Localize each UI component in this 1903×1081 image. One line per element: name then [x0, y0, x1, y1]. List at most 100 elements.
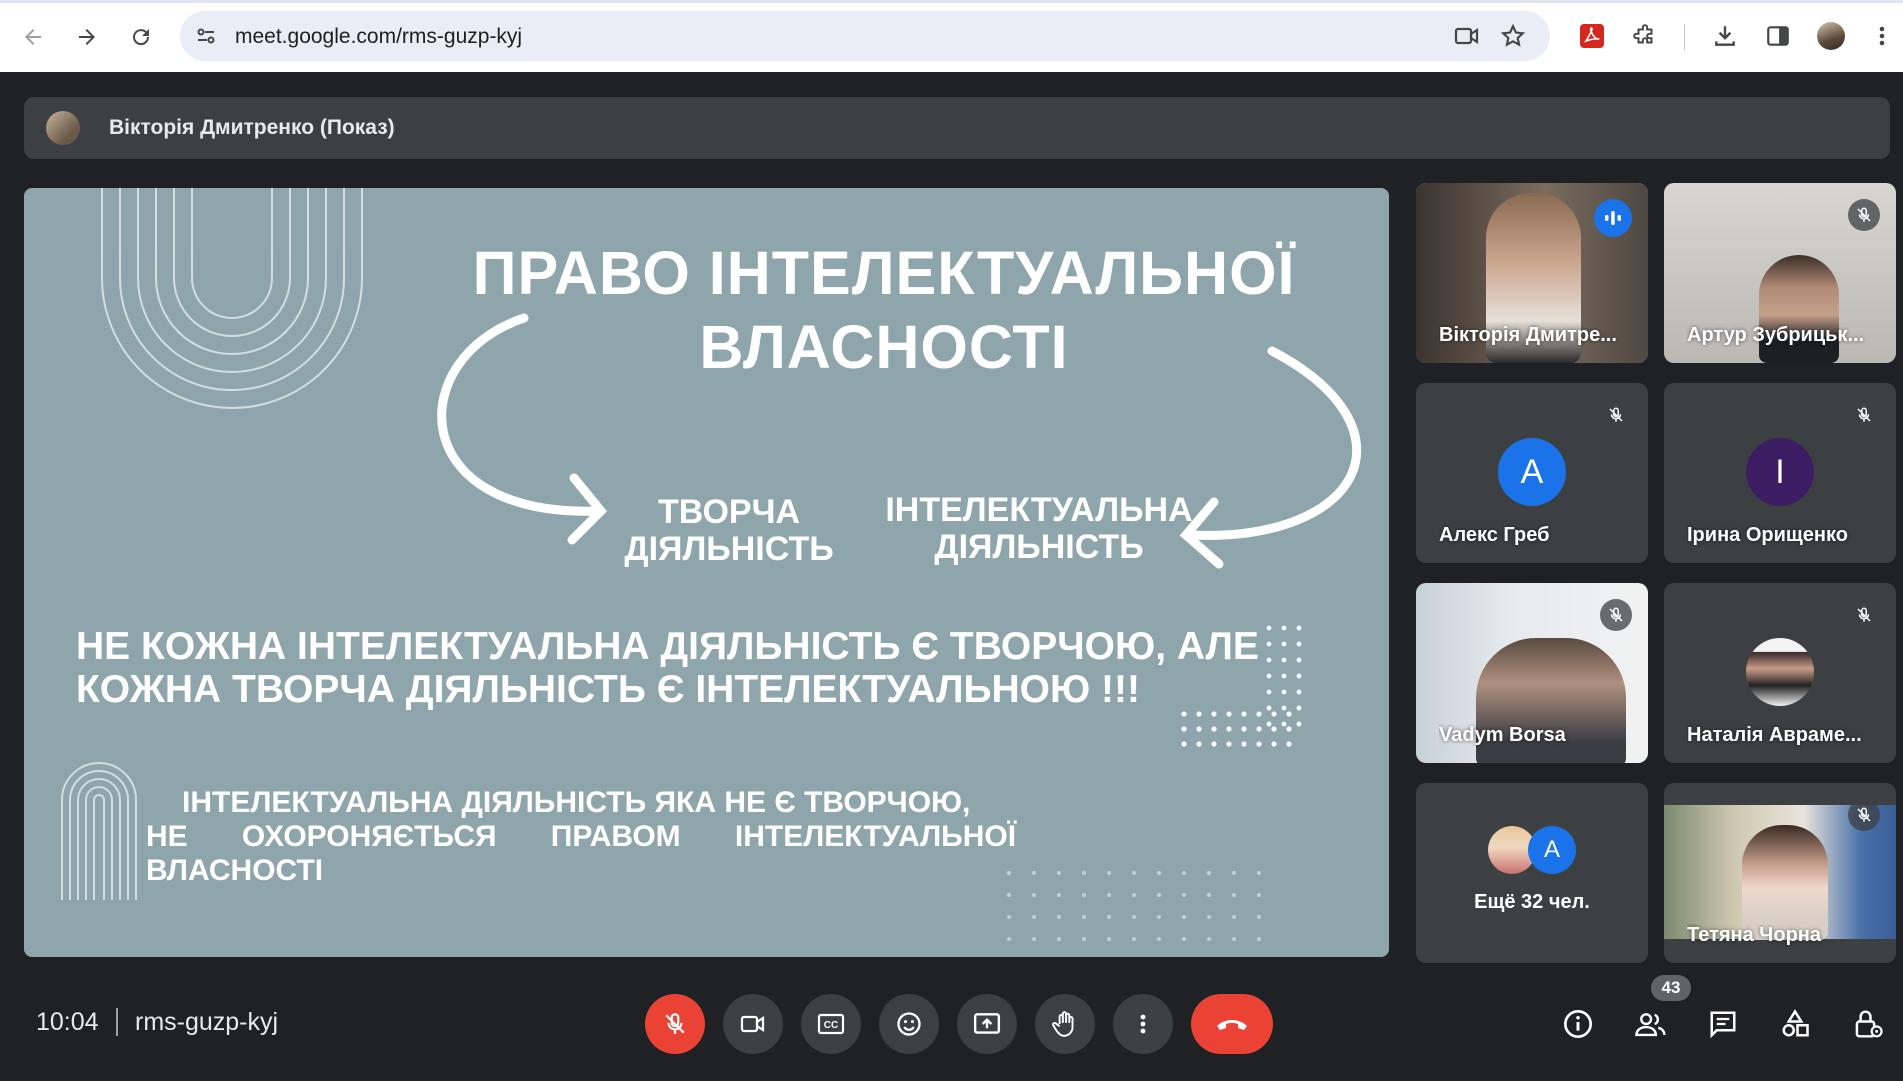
decor-dot — [1256, 914, 1262, 920]
extensions-puzzle-icon[interactable] — [1629, 20, 1661, 52]
decor-dot — [1106, 914, 1112, 920]
arrow-forward-icon[interactable] — [70, 20, 104, 54]
leave-call-button[interactable] — [1191, 994, 1273, 1054]
present-now-button[interactable] — [957, 994, 1017, 1054]
decor-dot — [1296, 705, 1302, 711]
emoji-reactions-button[interactable] — [879, 994, 939, 1054]
activities-button[interactable] — [1775, 1004, 1815, 1044]
browser-toolbar: meet.google.com/rms-guzp-kyj — [0, 0, 1903, 72]
reload-icon[interactable] — [124, 20, 158, 54]
participant-tile[interactable]: A Алекс Греб — [1416, 383, 1648, 563]
decor-dot — [1296, 641, 1302, 647]
decor-dot — [1056, 870, 1062, 876]
mic-off-icon — [1848, 399, 1880, 431]
slide-statement: НЕ КОЖНА ІНТЕЛЕКТУАЛЬНА ДІЯЛЬНІСТЬ Є ТВО… — [76, 625, 1276, 711]
address-bar[interactable]: meet.google.com/rms-guzp-kyj — [180, 11, 1550, 61]
participant-tile[interactable]: Артур Зубрицьк... — [1664, 183, 1896, 363]
participant-tile[interactable]: Наталія Авраме... — [1664, 583, 1896, 763]
profile-avatar[interactable] — [1815, 20, 1847, 52]
participant-photo — [1746, 638, 1814, 706]
statement-line: НЕ КОЖНА ІНТЕЛЕКТУАЛЬНА ДІЯЛЬНІСТЬ Є ТВО… — [76, 625, 1259, 668]
more-options-icon — [1140, 1014, 1146, 1034]
decor-dot — [1286, 711, 1292, 717]
decor-dot — [1156, 870, 1162, 876]
site-info-icon[interactable] — [194, 24, 218, 53]
label-line: ДІЯЛЬНІСТЬ — [624, 530, 834, 568]
camera-toggle-button[interactable] — [723, 994, 783, 1054]
host-controls-button[interactable] — [1848, 1004, 1888, 1044]
decor-dot — [1006, 914, 1012, 920]
decor-dot — [1056, 936, 1062, 942]
decor-dot — [1281, 625, 1287, 631]
decor-dot — [1106, 936, 1112, 942]
decor-dot — [1181, 936, 1187, 942]
more-options-button[interactable] — [1113, 994, 1173, 1054]
decor-dot — [1286, 726, 1292, 732]
participant-tile[interactable]: I Ірина Орищенко — [1664, 383, 1896, 563]
participant-avatar: I — [1746, 438, 1814, 506]
decor-dot — [1196, 726, 1202, 732]
mic-toggle-button[interactable] — [645, 994, 705, 1054]
camera-in-use-icon[interactable] — [1454, 24, 1480, 53]
decor-dot — [1081, 892, 1087, 898]
decor-dot — [1056, 914, 1062, 920]
meeting-details-button[interactable] — [1558, 1004, 1598, 1044]
decor-dot — [1281, 689, 1287, 695]
chat-button[interactable] — [1703, 1004, 1743, 1044]
decor-dot — [1106, 870, 1112, 876]
present-screen-icon — [973, 1013, 1001, 1034]
decor-dot — [1271, 726, 1277, 732]
url-text[interactable]: meet.google.com/rms-guzp-kyj — [235, 25, 522, 49]
decor-dot — [1196, 741, 1202, 747]
decor-dot — [1206, 892, 1212, 898]
pdf-extension-icon[interactable] — [1576, 20, 1608, 52]
decor-dot — [1256, 711, 1262, 717]
mic-off-icon — [1600, 399, 1632, 431]
presenter-bar: Вікторія Дмитренко (Показ) — [24, 97, 1890, 159]
decor-dot — [1156, 914, 1162, 920]
download-icon[interactable] — [1709, 20, 1741, 52]
participant-tile[interactable]: Вікторія Дмитре... — [1416, 183, 1648, 363]
more-vert-icon[interactable] — [1866, 20, 1898, 52]
decor-dot — [1296, 689, 1302, 695]
decor-dot — [1081, 870, 1087, 876]
participant-name: Алекс Греб — [1439, 524, 1550, 546]
decor-dot — [1231, 914, 1237, 920]
decor-dot — [1281, 721, 1287, 727]
intellectual-activity-label: ІНТЕЛЕКТУАЛЬНА ДІЯЛЬНІСТЬ — [879, 492, 1199, 566]
bottom-line: ВЛАСНОСТІ — [146, 854, 324, 887]
meeting-time: 10:04 — [36, 1008, 99, 1036]
decor-dot — [1206, 914, 1212, 920]
slide-bottom-text: ІНТЕЛЕКТУАЛЬНА ДІЯЛЬНІСТЬ ЯКА НЕ Є ТВОРЧ… — [146, 786, 1016, 888]
overflow-avatar: A — [1528, 826, 1576, 874]
participant-tile[interactable]: Vadym Borsa — [1416, 583, 1648, 763]
more-participants-tile[interactable]: A Ещё 32 чел. — [1416, 783, 1648, 963]
participant-name: Наталія Авраме... — [1687, 724, 1862, 746]
host-controls-icon — [1855, 1010, 1883, 1038]
bookmark-star-icon[interactable] — [1500, 23, 1526, 54]
decor-dot — [1006, 936, 1012, 942]
side-panel-icon[interactable] — [1762, 20, 1794, 52]
captions-button[interactable]: CC — [801, 994, 861, 1054]
participant-tile[interactable]: Тетяна Чорна — [1664, 783, 1896, 963]
decor-dot — [1266, 721, 1272, 727]
slide-title: ПРАВО ІНТЕЛЕКТУАЛЬНОЇ ВЛАСНОСТІ — [464, 236, 1304, 384]
participant-avatar: A — [1498, 438, 1566, 506]
bottom-line: ІНТЕЛЕКТУАЛЬНА ДІЯЛЬНІСТЬ ЯКА НЕ Є ТВОРЧ… — [182, 786, 971, 819]
decor-dot — [1181, 914, 1187, 920]
decor-dot — [1271, 711, 1277, 717]
camera-icon — [740, 1015, 765, 1033]
decor-dot — [1281, 641, 1287, 647]
decor-dot — [1281, 657, 1287, 663]
people-icon — [1635, 1013, 1666, 1037]
decor-dot — [1031, 914, 1037, 920]
raise-hand-button[interactable] — [1035, 994, 1095, 1054]
svg-text:CC: CC — [824, 1020, 838, 1031]
decor-dot — [1196, 711, 1202, 717]
toolbar-separator — [1684, 24, 1685, 50]
arrow-back-icon[interactable] — [16, 20, 50, 54]
mic-off-icon — [1600, 599, 1632, 631]
label-line: ІНТЕЛЕКТУАЛЬНА — [885, 491, 1193, 529]
people-button[interactable] — [1631, 1004, 1671, 1044]
meeting-code: rms-guzp-kyj — [135, 1008, 279, 1036]
